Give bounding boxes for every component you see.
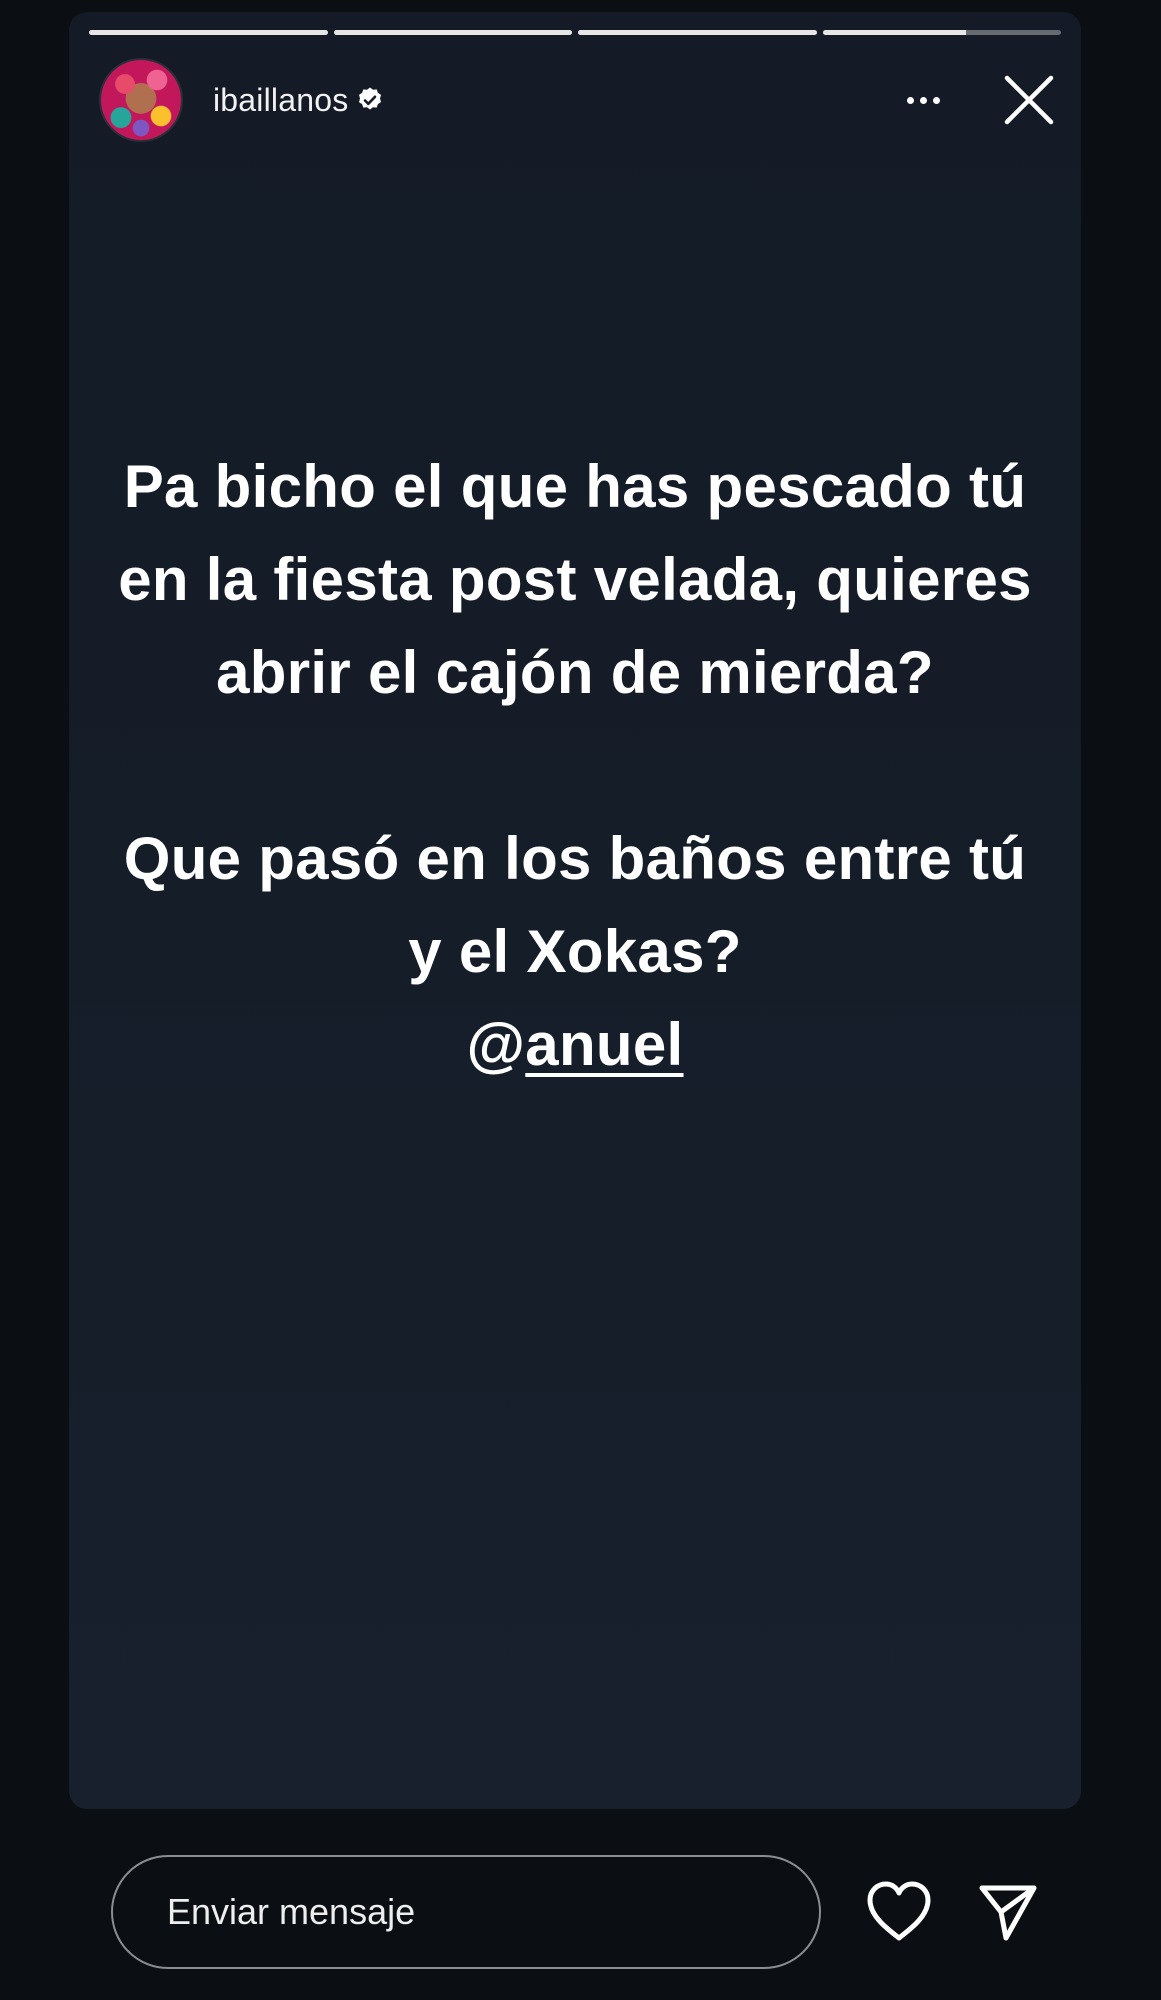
username[interactable]: ibaillanos (213, 82, 348, 119)
progress-fill (578, 30, 817, 35)
progress-segment (333, 30, 572, 35)
progress-fill (89, 30, 328, 35)
mention-at: @ (466, 1011, 526, 1078)
progress-segment (89, 30, 328, 35)
progress-segment (578, 30, 817, 35)
story-header: ibaillanos (99, 58, 1059, 142)
mention-link[interactable]: anuel (525, 1011, 683, 1078)
more-horizontal-icon[interactable] (893, 70, 953, 130)
story-text-paragraph-2: Que pasó en los baños entre tú y el Xoka… (123, 825, 1027, 985)
progress-segment (822, 30, 1061, 35)
avatar[interactable] (99, 58, 183, 142)
story-text-paragraph-1: Pa bicho el que has pescado tú en la fie… (118, 453, 1032, 706)
story-progress-bars (89, 30, 1061, 35)
reply-bar (0, 1855, 1161, 1971)
story-text: Pa bicho el que has pescado tú en la fie… (109, 440, 1041, 1091)
heart-icon[interactable] (864, 1880, 934, 1944)
send-message-input[interactable] (111, 1855, 821, 1969)
close-icon[interactable] (999, 70, 1059, 130)
mention[interactable]: @anuel (109, 998, 1041, 1091)
send-icon[interactable] (976, 1880, 1040, 1944)
progress-fill (333, 30, 572, 35)
verified-badge-icon (356, 86, 384, 114)
progress-fill (822, 30, 966, 35)
story-card[interactable]: ibaillanos Pa bicho el que has pescado t… (69, 12, 1081, 1809)
